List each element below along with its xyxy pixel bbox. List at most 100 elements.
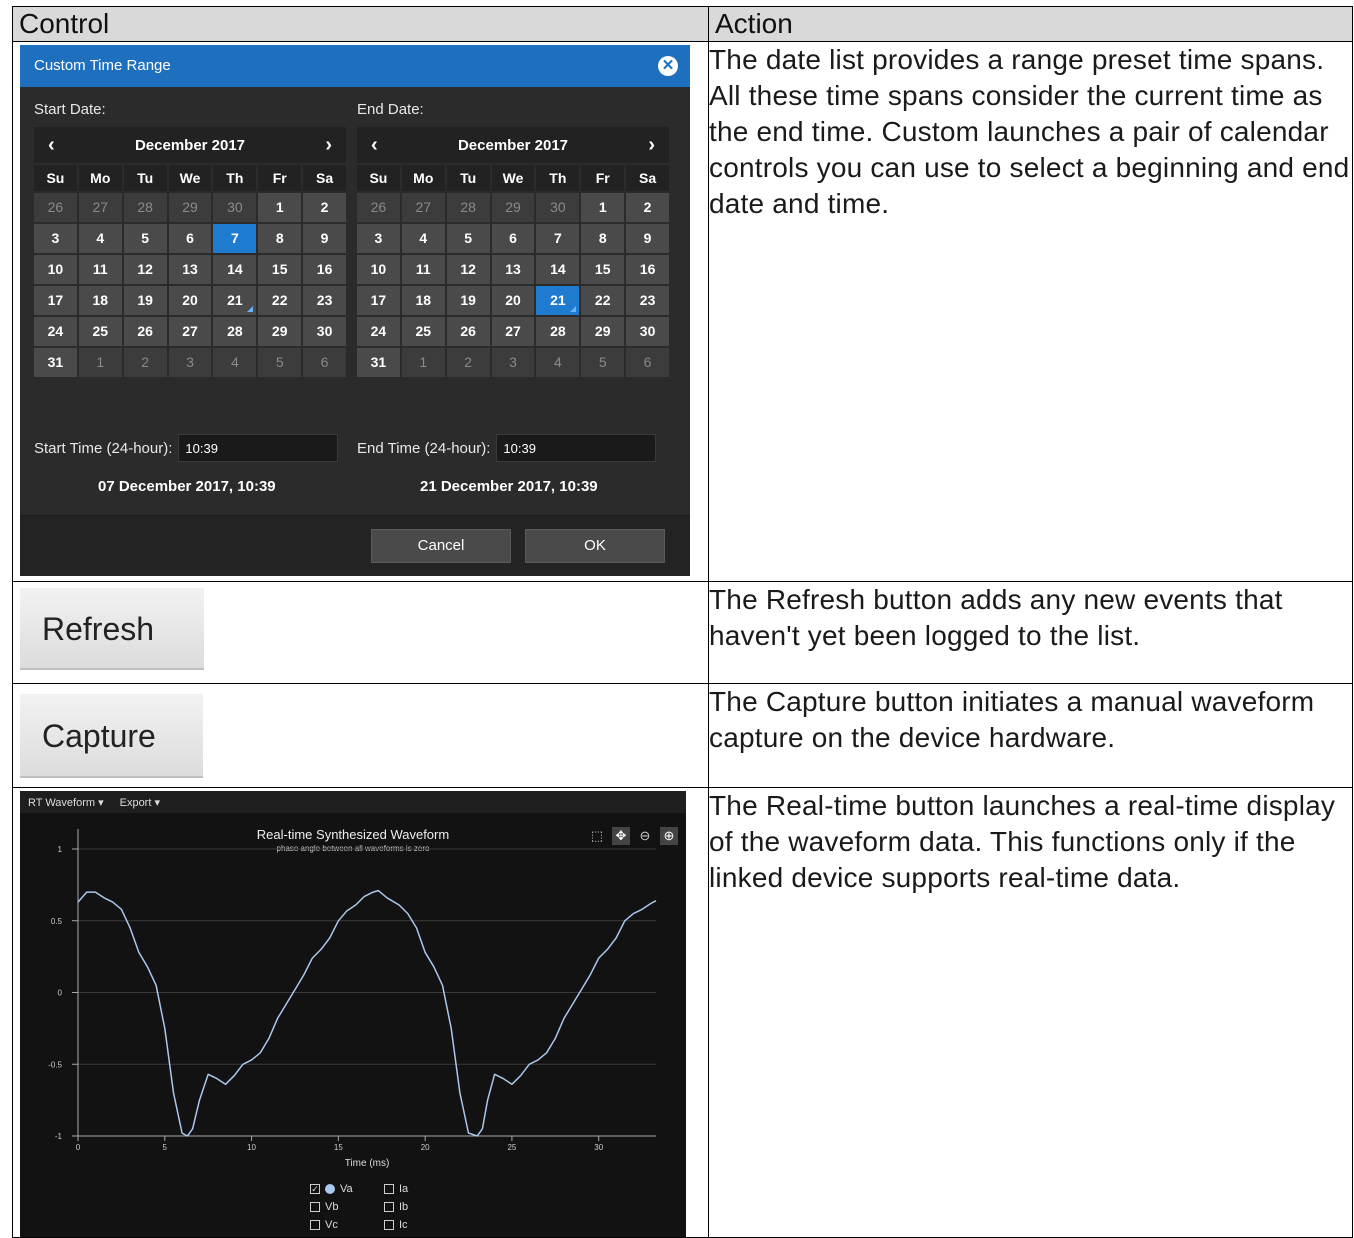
start-calendar-day-cell[interactable]: 18: [78, 286, 122, 315]
end-calendar-day-cell[interactable]: 26: [357, 193, 400, 222]
end-calendar-day-cell[interactable]: 2: [626, 193, 669, 222]
start-calendar-day-cell[interactable]: 26: [34, 193, 77, 222]
end-calendar-day-cell[interactable]: 11: [401, 255, 445, 284]
start-calendar-day-cell[interactable]: 10: [34, 255, 77, 284]
end-calendar-day-cell[interactable]: 5: [446, 224, 490, 253]
start-calendar-day-cell[interactable]: 4: [78, 224, 122, 253]
end-calendar-day-cell[interactable]: 30: [536, 193, 580, 222]
end-calendar-day-cell[interactable]: 5: [581, 348, 625, 377]
checkbox-icon[interactable]: [310, 1220, 320, 1230]
start-calendar-day-cell[interactable]: 2: [303, 193, 346, 222]
start-calendar-day-cell[interactable]: 30: [213, 193, 257, 222]
end-calendar-day-cell[interactable]: 3: [491, 348, 535, 377]
start-calendar-day-cell[interactable]: 31: [34, 348, 77, 377]
end-calendar-day-cell[interactable]: 18: [401, 286, 445, 315]
end-calendar-day-cell[interactable]: 25: [401, 317, 445, 346]
end-calendar-day-cell[interactable]: 19: [446, 286, 490, 315]
next-month-icon[interactable]: ›: [325, 134, 332, 157]
end-calendar-day-cell[interactable]: 8: [581, 224, 625, 253]
end-time-input[interactable]: [496, 434, 657, 462]
end-calendar-day-cell[interactable]: 6: [491, 224, 535, 253]
start-calendar-day-cell[interactable]: 15: [258, 255, 302, 284]
start-calendar-day-cell[interactable]: 9: [303, 224, 346, 253]
prev-month-icon[interactable]: ‹: [371, 134, 378, 157]
start-calendar-day-cell[interactable]: 12: [123, 255, 167, 284]
start-calendar-day-cell[interactable]: 8: [258, 224, 302, 253]
end-calendar-day-cell[interactable]: 30: [626, 317, 669, 346]
legend-item[interactable]: Ib: [384, 1198, 444, 1216]
end-calendar-day-cell[interactable]: 2: [446, 348, 490, 377]
legend-item[interactable]: Ic: [384, 1216, 444, 1234]
end-calendar-day-cell[interactable]: 1: [401, 348, 445, 377]
start-calendar-day-cell[interactable]: 19: [123, 286, 167, 315]
next-month-icon[interactable]: ›: [648, 134, 655, 157]
end-calendar-day-cell[interactable]: 6: [626, 348, 669, 377]
legend-item[interactable]: Vb: [310, 1198, 384, 1216]
start-calendar-day-cell[interactable]: 17: [34, 286, 77, 315]
start-month-title[interactable]: December 2017: [135, 137, 245, 154]
end-calendar-day-cell[interactable]: 27: [491, 317, 535, 346]
end-calendar-day-cell[interactable]: 14: [536, 255, 580, 284]
end-calendar-day-cell[interactable]: 28: [536, 317, 580, 346]
end-calendar-day-cell[interactable]: 17: [357, 286, 400, 315]
start-calendar-day-cell[interactable]: 16: [303, 255, 346, 284]
end-calendar-day-cell[interactable]: 10: [357, 255, 400, 284]
start-calendar-day-cell[interactable]: 26: [123, 317, 167, 346]
start-calendar-day-cell[interactable]: 24: [34, 317, 77, 346]
start-calendar-day-cell[interactable]: 27: [78, 193, 122, 222]
start-calendar-day-cell[interactable]: 2: [123, 348, 167, 377]
start-calendar-day-cell[interactable]: 29: [258, 317, 302, 346]
end-month-title[interactable]: December 2017: [458, 137, 568, 154]
prev-month-icon[interactable]: ‹: [48, 134, 55, 157]
legend-item[interactable]: Ia: [384, 1180, 444, 1198]
checkbox-icon[interactable]: [384, 1184, 394, 1194]
start-calendar-day-cell[interactable]: 1: [78, 348, 122, 377]
start-calendar-day-cell[interactable]: 6: [303, 348, 346, 377]
end-calendar-day-cell[interactable]: 7: [536, 224, 580, 253]
ok-button[interactable]: OK: [525, 529, 665, 563]
end-calendar-day-cell[interactable]: 15: [581, 255, 625, 284]
start-calendar-day-cell[interactable]: 21: [213, 286, 257, 315]
end-calendar-day-cell[interactable]: 1: [581, 193, 625, 222]
end-calendar-day-cell[interactable]: 16: [626, 255, 669, 284]
end-calendar-day-cell[interactable]: 12: [446, 255, 490, 284]
end-calendar-day-cell[interactable]: 27: [401, 193, 445, 222]
capture-button[interactable]: Capture: [20, 694, 203, 778]
end-calendar-day-cell[interactable]: 20: [491, 286, 535, 315]
end-calendar-day-cell[interactable]: 29: [581, 317, 625, 346]
start-calendar-day-cell[interactable]: 5: [123, 224, 167, 253]
start-calendar-day-cell[interactable]: 1: [258, 193, 302, 222]
end-calendar-day-cell[interactable]: 4: [401, 224, 445, 253]
end-calendar-day-cell[interactable]: 22: [581, 286, 625, 315]
start-calendar-day-cell[interactable]: 25: [78, 317, 122, 346]
start-calendar-day-cell[interactable]: 5: [258, 348, 302, 377]
start-calendar-day-cell[interactable]: 27: [168, 317, 212, 346]
legend-item[interactable]: Vc: [310, 1216, 384, 1234]
end-calendar-day-cell[interactable]: 31: [357, 348, 400, 377]
end-calendar-day-cell[interactable]: 26: [446, 317, 490, 346]
end-calendar-day-cell[interactable]: 24: [357, 317, 400, 346]
start-calendar-day-cell[interactable]: 20: [168, 286, 212, 315]
end-calendar-day-cell[interactable]: 9: [626, 224, 669, 253]
checkbox-checked-icon[interactable]: ✓: [310, 1184, 320, 1194]
end-calendar-day-cell[interactable]: 4: [536, 348, 580, 377]
start-calendar-day-cell[interactable]: 6: [168, 224, 212, 253]
start-calendar-day-cell[interactable]: 4: [213, 348, 257, 377]
legend-item[interactable]: ✓ Va: [310, 1180, 384, 1198]
start-calendar-day-cell[interactable]: 3: [168, 348, 212, 377]
start-calendar-day-cell[interactable]: 30: [303, 317, 346, 346]
start-calendar-day-cell[interactable]: 28: [123, 193, 167, 222]
start-calendar-day-cell[interactable]: 28: [213, 317, 257, 346]
start-time-input[interactable]: [178, 434, 339, 462]
start-calendar-day-cell[interactable]: 29: [168, 193, 212, 222]
end-calendar-day-cell[interactable]: 29: [491, 193, 535, 222]
end-calendar-day-cell[interactable]: 13: [491, 255, 535, 284]
end-calendar-day-cell[interactable]: 3: [357, 224, 400, 253]
end-calendar-day-cell[interactable]: 28: [446, 193, 490, 222]
end-calendar-day-cell[interactable]: 21: [536, 286, 580, 315]
start-calendar-day-cell[interactable]: 7: [213, 224, 257, 253]
end-calendar-day-cell[interactable]: 23: [626, 286, 669, 315]
refresh-button[interactable]: Refresh: [20, 588, 204, 670]
start-calendar-day-cell[interactable]: 14: [213, 255, 257, 284]
cancel-button[interactable]: Cancel: [371, 529, 511, 563]
